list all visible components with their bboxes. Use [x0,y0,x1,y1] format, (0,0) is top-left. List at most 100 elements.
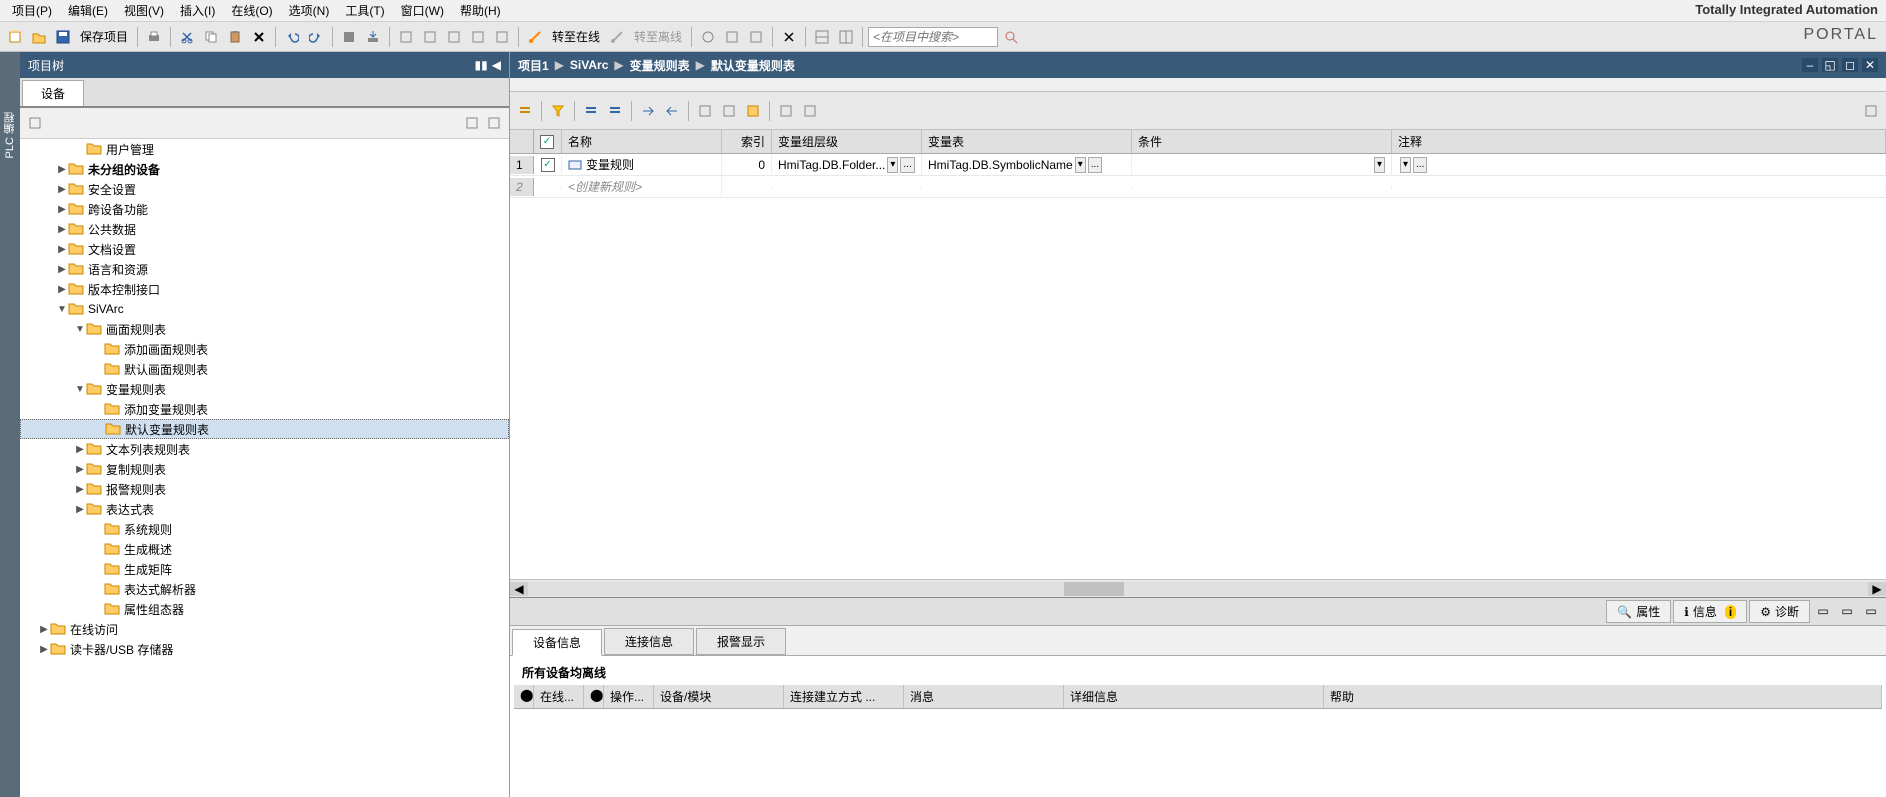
tree-toggle-icon[interactable]: ▼ [56,304,68,315]
hdr-index[interactable]: 索引 [722,130,772,153]
insp-min-icon[interactable]: ▭ [1812,600,1834,622]
tb-icon-4[interactable] [467,26,489,48]
tree-node[interactable]: ▶跨设备功能 [20,199,509,219]
ed-tb-3[interactable] [604,100,626,122]
tb-icon-6[interactable] [697,26,719,48]
tree-toggle-icon[interactable]: ▶ [74,464,86,475]
cell-cond[interactable]: ▾ [1132,155,1392,175]
ed-tb-8[interactable] [742,100,764,122]
tree-toggle-icon[interactable]: ▶ [56,264,68,275]
tree-node[interactable]: ▶报警规则表 [20,479,509,499]
browse-icon[interactable]: ... [1413,157,1427,173]
tree-node[interactable]: ▶版本控制接口 [20,279,509,299]
ed-tb-2[interactable] [580,100,602,122]
tree-node[interactable]: 表达式解析器 [20,579,509,599]
print-icon[interactable] [143,26,165,48]
maximize-icon[interactable]: ◻ [1842,58,1858,72]
tree-tb-icon-1[interactable] [24,112,46,134]
menu-options[interactable]: 选项(N) [281,0,338,21]
browse-icon[interactable]: ... [900,157,914,173]
hdr-name[interactable]: 名称 [562,130,722,153]
minimize-icon[interactable]: – [1802,58,1818,72]
insp-col-icon1[interactable]: ⬤ [514,685,534,708]
save-icon[interactable] [52,26,74,48]
bc-seg-1[interactable]: SiVArc [570,58,608,72]
menu-project[interactable]: 项目(P) [4,0,60,21]
insp-col-detail[interactable]: 详细信息 [1064,685,1324,708]
go-offline-icon[interactable] [606,26,628,48]
dropdown-icon[interactable]: ▾ [1374,157,1385,173]
cell-group[interactable]: HmiTag.DB.Folder... ▾ ... [772,155,922,175]
tree-tb-icon-3[interactable] [483,112,505,134]
ed-tb-10[interactable] [799,100,821,122]
tb-icon-1[interactable] [395,26,417,48]
close-window-icon[interactable]: ✕ [1862,58,1878,72]
copy-icon[interactable] [200,26,222,48]
tree-toggle-icon[interactable]: ▶ [74,444,86,455]
undo-icon[interactable] [281,26,303,48]
dropdown-icon[interactable]: ▾ [1075,157,1086,173]
tree-toggle-icon[interactable]: ▶ [56,204,68,215]
tree-toggle-icon[interactable]: ▶ [56,224,68,235]
tree-node[interactable]: ▶未分组的设备 [20,159,509,179]
tree-arrow-icon[interactable]: ◀ [492,58,501,72]
tree-toggle-icon[interactable]: ▼ [74,384,86,395]
paste-icon[interactable] [224,26,246,48]
hdr-comment[interactable]: 注释 [1392,130,1886,153]
cell-table[interactable]: HmiTag.DB.SymbolicName ▾ ... [922,155,1132,175]
subtab-alarm[interactable]: 报警显示 [696,628,786,655]
menu-view[interactable]: 视图(V) [116,0,172,21]
cell-index[interactable]: 0 [722,156,772,174]
scroll-right-icon[interactable]: ▶ [1868,582,1886,596]
open-project-icon[interactable] [28,26,50,48]
tree-node[interactable]: ▶表达式表 [20,499,509,519]
tree-node[interactable]: ▶安全设置 [20,179,509,199]
tree-node[interactable]: 添加画面规则表 [20,339,509,359]
tree-node[interactable]: 生成矩阵 [20,559,509,579]
tree-toggle-icon[interactable]: ▶ [38,644,50,655]
tree-toggle-icon[interactable]: ▶ [74,484,86,495]
new-row[interactable]: 2 <创建新规则> [510,176,1886,198]
cell-comment[interactable]: ▾ ... [1392,155,1886,175]
tree-toggle-icon[interactable]: ▶ [56,244,68,255]
menu-insert[interactable]: 插入(I) [172,0,223,21]
ed-tb-6[interactable] [694,100,716,122]
insp-col-icon2[interactable]: ⬤ [584,685,604,708]
insp-col-device[interactable]: 设备/模块 [654,685,784,708]
tab-devices[interactable]: 设备 [22,80,84,106]
tree-node[interactable]: 添加变量规则表 [20,399,509,419]
tree-toggle-icon[interactable]: ▼ [74,324,86,335]
ed-tb-5[interactable] [661,100,683,122]
search-icon[interactable] [1000,26,1022,48]
new-rule-placeholder[interactable]: <创建新规则> [562,176,722,197]
redo-icon[interactable] [305,26,327,48]
tree-node[interactable]: ▼变量规则表 [20,379,509,399]
bc-seg-0[interactable]: 项目1 [518,57,549,74]
ed-tb-9[interactable] [775,100,797,122]
hdr-group[interactable]: 变量组层级 [772,130,922,153]
cut-icon[interactable] [176,26,198,48]
tree-toggle-icon[interactable]: ▶ [74,504,86,515]
tb-icon-8[interactable] [745,26,767,48]
go-online-icon[interactable] [524,26,546,48]
ed-tb-7[interactable] [718,100,740,122]
tree-node[interactable]: ▶语言和资源 [20,259,509,279]
tree-node[interactable]: ▶文档设置 [20,239,509,259]
tb-icon-2[interactable] [419,26,441,48]
tree-toggle-icon[interactable]: ▶ [38,624,50,635]
download-icon[interactable] [362,26,384,48]
tab-info[interactable]: ℹ信息i [1673,600,1747,623]
hdr-table[interactable]: 变量表 [922,130,1132,153]
tree-node[interactable]: ▼SiVArc [20,299,509,319]
tree-tb-icon-2[interactable] [461,112,483,134]
scroll-thumb[interactable] [1064,582,1124,596]
menu-window[interactable]: 窗口(W) [393,0,452,21]
browse-icon[interactable]: ... [1088,157,1102,173]
insp-col-msg[interactable]: 消息 [904,685,1064,708]
search-input[interactable] [868,27,998,47]
tree-node[interactable]: ▼画面规则表 [20,319,509,339]
scroll-left-icon[interactable]: ◀ [510,582,528,596]
ed-tb-4[interactable] [637,100,659,122]
cell-check[interactable] [534,156,562,174]
dropdown-icon[interactable]: ▾ [1400,157,1411,173]
